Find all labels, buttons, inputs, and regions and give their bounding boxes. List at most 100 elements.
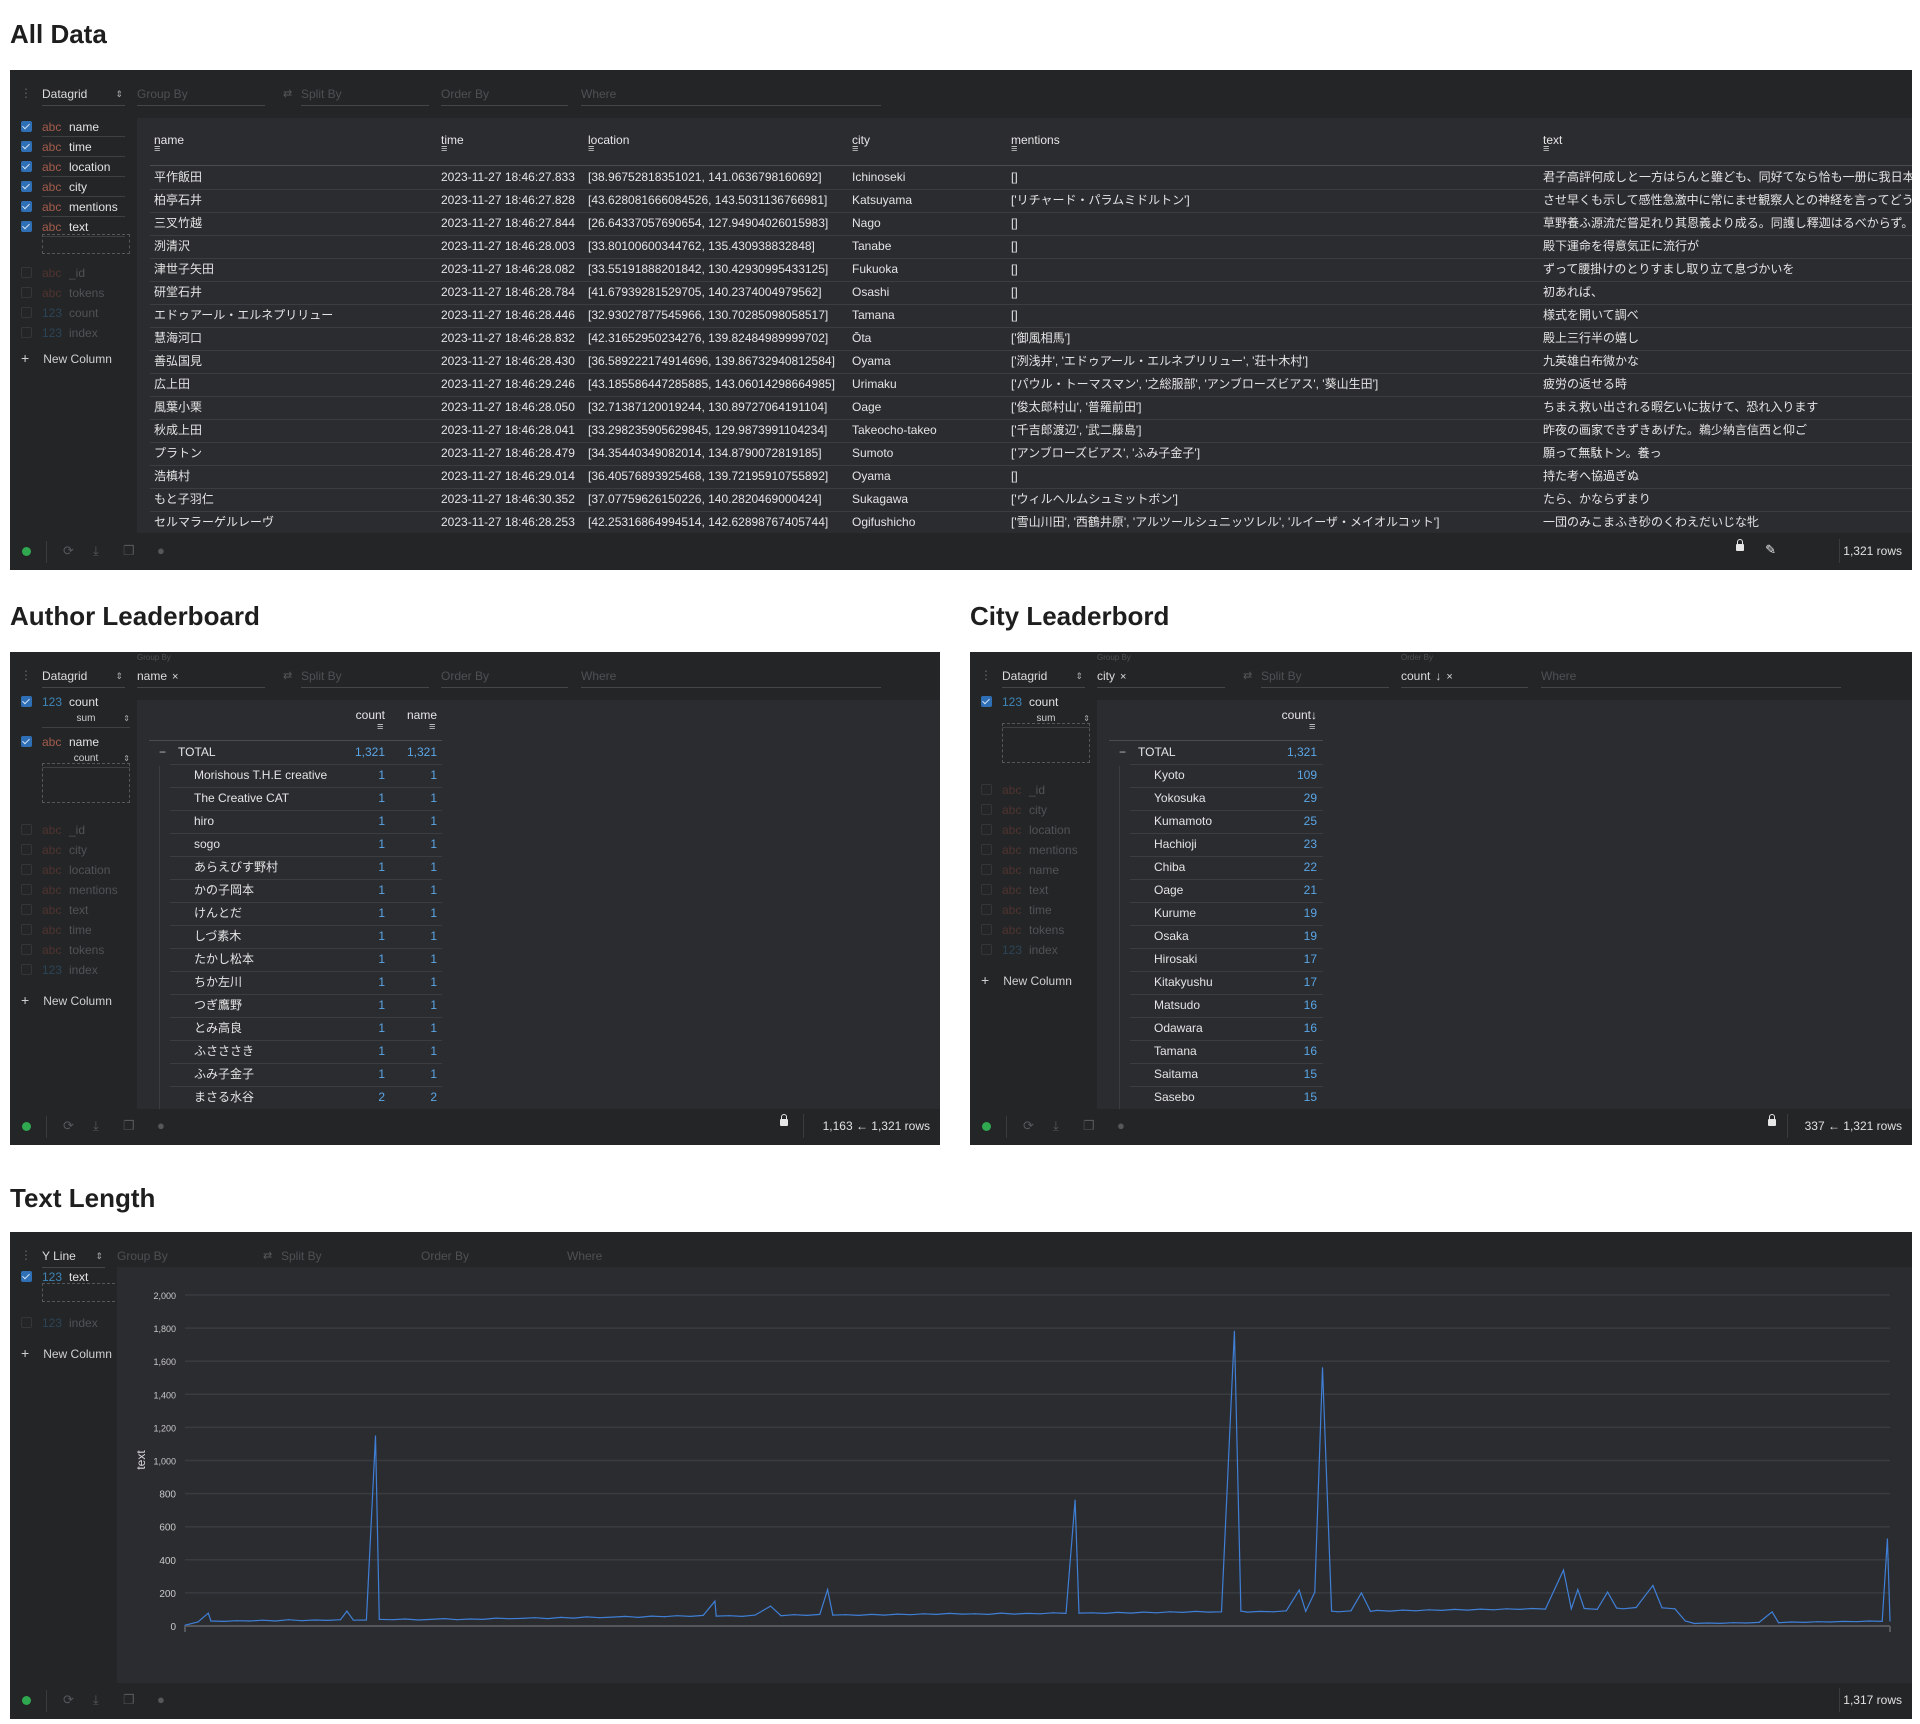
split-by-input[interactable]: Split By: [301, 665, 429, 688]
copy-icon[interactable]: ❐: [123, 543, 135, 559]
column-item-time[interactable]: abc time: [10, 920, 137, 940]
checkbox-checked[interactable]: [21, 121, 32, 132]
palette-icon[interactable]: ●: [157, 1692, 165, 1708]
drag-handle-icon[interactable]: ⋮: [20, 1249, 32, 1261]
group-by-input[interactable]: Group By: [117, 1245, 245, 1268]
checkbox-checked[interactable]: [21, 161, 32, 172]
table-row[interactable]: けんとだ 1 1: [137, 902, 940, 925]
checkbox-checked[interactable]: [21, 696, 32, 707]
table-row[interactable]: 秋成上田 2023-11-27 18:46:28.041 [33.298235905…: [137, 419, 1912, 442]
table-row[interactable]: かの子岡本 1 1: [137, 879, 940, 902]
refresh-icon[interactable]: ⟳: [63, 543, 74, 559]
checkbox-unchecked[interactable]: [981, 904, 992, 915]
close-icon[interactable]: ×: [1120, 671, 1126, 683]
where-input[interactable]: Where: [581, 83, 881, 106]
table-row[interactable]: 善弘国見 2023-11-27 18:46:28.430 [36.589222174…: [137, 350, 1912, 373]
checkbox-unchecked[interactable]: [21, 844, 32, 855]
swap-axes-icon[interactable]: ⇄: [1243, 669, 1252, 682]
table-row[interactable]: とみ高良 1 1: [137, 1017, 940, 1040]
collapse-icon[interactable]: −: [1119, 741, 1126, 764]
column-item-city[interactable]: abc city: [10, 177, 137, 197]
checkbox-unchecked[interactable]: [981, 924, 992, 935]
column-menu-icon[interactable]: ≡: [588, 143, 594, 155]
checkbox-unchecked[interactable]: [21, 884, 32, 895]
column-item-tokens[interactable]: abc tokens: [10, 940, 137, 960]
palette-icon[interactable]: ●: [157, 543, 165, 559]
checkbox-unchecked[interactable]: [21, 904, 32, 915]
new-column-button[interactable]: + New Column: [21, 1343, 112, 1364]
table-row[interactable]: エドゥアール・エルネプリリュー 2023-11-27 18:46:28.446 [3…: [137, 304, 1912, 327]
column-item-time[interactable]: abc time: [970, 900, 1097, 920]
lock-icon[interactable]: [1768, 1114, 1776, 1126]
column-item-location[interactable]: abc location: [10, 860, 137, 880]
swap-axes-icon[interactable]: ⇄: [263, 1249, 272, 1262]
table-row[interactable]: Morishous T.H.E creative 1 1: [137, 764, 940, 787]
order-by-input[interactable]: Order By: [441, 83, 568, 106]
column-item-count[interactable]: 123 count: [10, 303, 137, 323]
order-by-input[interactable]: Order By count ↓ ×: [1401, 653, 1528, 688]
checkbox-unchecked[interactable]: [21, 287, 32, 298]
table-row[interactable]: Osaka 19: [1097, 925, 1912, 948]
column-header-count[interactable]: count↓: [1237, 708, 1317, 722]
table-row[interactable]: Kyoto 109: [1097, 764, 1912, 787]
table-row[interactable]: Chiba 22: [1097, 856, 1912, 879]
new-column-button[interactable]: + New Column: [21, 990, 112, 1011]
table-row[interactable]: 三叉竹越 2023-11-27 18:46:27.844 [26.643370576…: [137, 212, 1912, 235]
column-item-tokens[interactable]: abc tokens: [970, 920, 1097, 940]
column-item-mentions[interactable]: abc mentions: [970, 840, 1097, 860]
checkbox-unchecked[interactable]: [21, 307, 32, 318]
palette-icon[interactable]: ●: [1117, 1118, 1125, 1134]
checkbox-unchecked[interactable]: [981, 864, 992, 875]
column-item-count[interactable]: 123 count: [10, 692, 137, 712]
table-row[interactable]: Hachioji 23: [1097, 833, 1912, 856]
where-input[interactable]: Where: [1541, 665, 1841, 688]
table-row[interactable]: ちか左川 1 1: [137, 971, 940, 994]
copy-icon[interactable]: ❐: [1083, 1118, 1095, 1134]
checkbox-checked[interactable]: [21, 141, 32, 152]
table-row[interactable]: Oage 21: [1097, 879, 1912, 902]
refresh-icon[interactable]: ⟳: [1023, 1118, 1034, 1134]
drag-handle-icon[interactable]: ⋮: [980, 669, 992, 681]
refresh-icon[interactable]: ⟳: [63, 1118, 74, 1134]
close-icon[interactable]: ×: [1446, 671, 1452, 683]
checkbox-unchecked[interactable]: [981, 824, 992, 835]
split-by-input[interactable]: Split By: [281, 1245, 408, 1268]
table-row[interactable]: 津世子矢田 2023-11-27 18:46:28.082 [33.55191888…: [137, 258, 1912, 281]
checkbox-unchecked[interactable]: [981, 784, 992, 795]
download-icon[interactable]: ⤓: [93, 1118, 99, 1134]
checkbox-unchecked[interactable]: [21, 864, 32, 875]
checkbox-checked[interactable]: [21, 736, 32, 747]
column-item-text[interactable]: abc text: [10, 900, 137, 920]
table-row[interactable]: もと子羽仁 2023-11-27 18:46:30.352 [37.07759626…: [137, 488, 1912, 511]
column-item-text[interactable]: abc text: [970, 880, 1097, 900]
download-icon[interactable]: ⤓: [1053, 1118, 1059, 1134]
column-item-index[interactable]: 123 index: [970, 940, 1097, 960]
checkbox-unchecked[interactable]: [981, 884, 992, 895]
column-item-tokens[interactable]: abc tokens: [10, 283, 137, 303]
checkbox-checked[interactable]: [981, 696, 992, 707]
table-row[interactable]: hiro 1 1: [137, 810, 940, 833]
table-row[interactable]: あらえびす野村 1 1: [137, 856, 940, 879]
table-row[interactable]: 慧海河口 2023-11-27 18:46:28.832 [42.316529502…: [137, 327, 1912, 350]
column-item-time[interactable]: abc time: [10, 137, 137, 157]
drop-zone[interactable]: [1002, 723, 1090, 763]
plugin-select[interactable]: Y Line ⇕: [42, 1245, 105, 1268]
table-row[interactable]: Saitama 15: [1097, 1063, 1912, 1086]
table-row[interactable]: 研堂石井 2023-11-27 18:46:28.784 [41.679392815…: [137, 281, 1912, 304]
checkbox-checked[interactable]: [21, 201, 32, 212]
column-header-mentions[interactable]: mentions: [1011, 133, 1060, 147]
checkbox-unchecked[interactable]: [21, 924, 32, 935]
column-item-_id[interactable]: abc _id: [10, 820, 137, 840]
column-menu-icon[interactable]: ≡: [1309, 721, 1315, 733]
total-row[interactable]: − TOTAL 1,321 1,321: [137, 741, 940, 764]
column-item-city[interactable]: abc city: [970, 800, 1097, 820]
column-menu-icon[interactable]: ≡: [377, 721, 383, 733]
table-row[interactable]: プラトン 2023-11-27 18:46:28.479 [34.354403490…: [137, 442, 1912, 465]
plugin-select[interactable]: Datagrid ⇕: [42, 83, 125, 106]
swap-axes-icon[interactable]: ⇄: [283, 669, 292, 682]
column-menu-icon[interactable]: ≡: [154, 143, 160, 155]
drop-zone[interactable]: [42, 763, 130, 803]
refresh-icon[interactable]: ⟳: [63, 1692, 74, 1708]
split-by-input[interactable]: Split By: [1261, 665, 1389, 688]
checkbox-unchecked[interactable]: [981, 804, 992, 815]
